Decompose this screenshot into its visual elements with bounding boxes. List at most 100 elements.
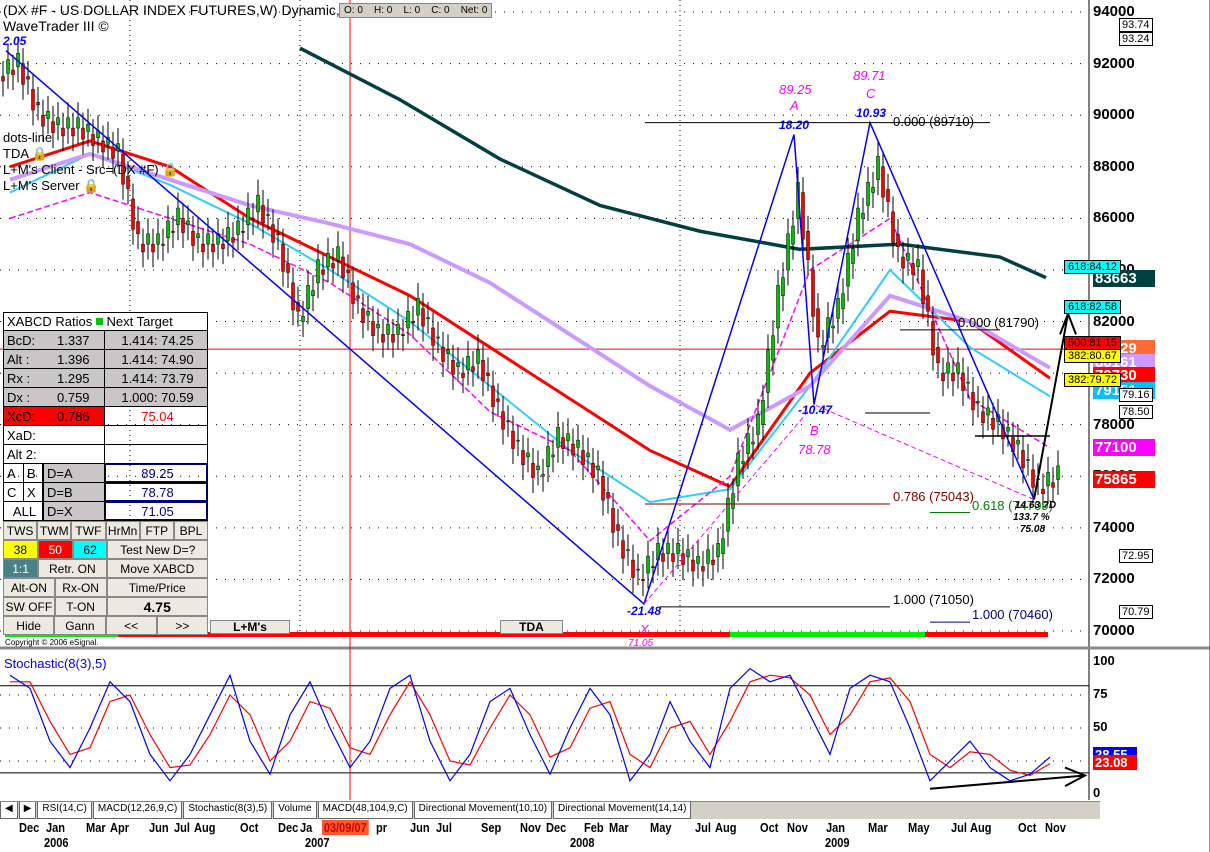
candle-body xyxy=(246,207,250,226)
date-label: Dec xyxy=(19,820,40,835)
year-label: 2008 xyxy=(570,835,595,850)
twf-value[interactable]: 62 xyxy=(72,540,108,559)
gann-button[interactable]: Gann xyxy=(54,616,106,635)
rx-on-button[interactable]: Rx-ON xyxy=(54,578,107,597)
scroll-right-icon[interactable]: ▶ xyxy=(18,802,37,819)
test-new-d-button[interactable]: Test New D=? xyxy=(107,540,208,559)
point-a-bars: 18.20 xyxy=(779,118,810,132)
t-on-button[interactable]: T-ON xyxy=(54,597,107,616)
study-dots-line[interactable]: dots-line xyxy=(3,130,52,145)
tws-value[interactable]: 38 xyxy=(3,540,38,559)
lm-tab[interactable]: L+M's xyxy=(210,620,290,634)
scroll-left-icon[interactable]: ◀ xyxy=(0,802,18,819)
study-tda-label: TDA xyxy=(3,146,29,161)
candle-body xyxy=(511,430,515,449)
ratio-value: 1.337 xyxy=(57,332,90,348)
candle-body xyxy=(976,401,980,403)
sw-off-button[interactable]: SW OFF xyxy=(3,597,55,616)
date-label: Ja xyxy=(300,820,313,835)
candle-body xyxy=(451,359,455,375)
lock-icon[interactable]: 🔒 xyxy=(28,146,48,161)
tool-button-twf[interactable]: TWF xyxy=(71,521,106,540)
point-toggle-button[interactable]: B xyxy=(24,464,44,482)
candle-body xyxy=(461,372,465,378)
candle-body xyxy=(821,345,825,348)
move-xabcd-button[interactable]: Move XABCD xyxy=(106,559,208,578)
candle-body xyxy=(431,327,435,346)
xcd-key: XcD: xyxy=(7,408,36,424)
price-axis-label: 92000 xyxy=(1093,54,1135,72)
point-toggle-button[interactable]: X xyxy=(24,483,44,501)
candle-body xyxy=(846,252,850,287)
candle-body xyxy=(646,555,650,574)
prev-button[interactable]: << xyxy=(105,616,157,635)
candle-body xyxy=(596,465,600,471)
fib-level-label: 0.000 (89710) xyxy=(893,113,974,129)
date-label: Mar xyxy=(86,820,106,835)
study-tab[interactable]: Directional Movement(14,14) xyxy=(553,802,692,819)
study-client[interactable]: L+M's Client - Src=(DX #F) 🔒 xyxy=(3,162,178,178)
study-tda[interactable]: TDA 🔒 xyxy=(3,146,48,162)
twm-value[interactable]: 50 xyxy=(37,540,73,559)
ratio-target: 1.414: 73.79 xyxy=(121,370,194,386)
ratio-value: 1.396 xyxy=(57,351,90,367)
candle-body xyxy=(701,566,705,572)
candle-body xyxy=(261,205,265,224)
tool-button-twm[interactable]: TWM xyxy=(37,521,72,540)
point-toggle-button[interactable]: C xyxy=(4,483,24,501)
next-button[interactable]: >> xyxy=(156,616,208,635)
candle-body xyxy=(386,323,390,335)
tda-tab[interactable]: TDA xyxy=(500,620,563,634)
candle-body xyxy=(196,233,200,238)
point-x-bars: -21.48 xyxy=(627,604,662,618)
candle-body xyxy=(391,334,395,343)
candle-body xyxy=(6,59,10,74)
cursor-date-label: 03/09/07 xyxy=(322,820,369,835)
projection-arrow xyxy=(1033,313,1069,500)
ohlc-readout: O: 0 H: 0 L: 0 C: 0 Net: 0 xyxy=(339,3,493,18)
ratio-1-1-button[interactable]: 1:1 xyxy=(3,559,39,578)
study-tab[interactable]: Stochastic(8(3),5) xyxy=(183,802,273,819)
tool-button-hrmn[interactable]: HrMn xyxy=(105,521,140,540)
point-toggle-button[interactable]: A xyxy=(4,464,24,482)
study-tab[interactable]: Volume xyxy=(273,802,317,819)
candle-body xyxy=(806,231,810,260)
stochastic-title[interactable]: Stochastic(8(3),5) xyxy=(4,656,107,671)
candle-body xyxy=(611,508,615,533)
alt-on-button[interactable]: Alt-ON xyxy=(3,578,55,597)
ratio-key: BcD: xyxy=(7,332,36,348)
retr-on-button[interactable]: Retr. ON xyxy=(38,559,107,578)
candle-body xyxy=(616,524,620,531)
ratio-target: 1.000: 70.59 xyxy=(121,389,194,405)
lock-icon[interactable]: 🔒 xyxy=(159,162,178,177)
candle-body xyxy=(76,117,80,129)
tool-button-bpl[interactable]: BPL xyxy=(173,521,209,540)
tool-button-tws[interactable]: TWS xyxy=(3,521,38,540)
candle-body xyxy=(496,398,500,402)
ratio-key: Alt : xyxy=(7,351,30,367)
lock-icon[interactable]: 🔒 xyxy=(80,178,99,193)
panel-title-text: XABCD Ratios xyxy=(7,314,93,329)
all-toggle-button[interactable]: ALL xyxy=(4,502,44,520)
candle-body xyxy=(961,372,965,391)
candle-body xyxy=(366,310,370,316)
study-tab[interactable]: MACD(12,26,9,C) xyxy=(92,802,183,819)
candle-body xyxy=(41,114,45,127)
candle-body xyxy=(56,117,60,126)
date-label: Jul xyxy=(695,820,711,835)
study-tab[interactable]: MACD(48,104,9,C) xyxy=(317,802,413,819)
tool-button-ftp[interactable]: FTP xyxy=(139,521,174,540)
time-price-button[interactable]: Time/Price xyxy=(106,578,208,597)
candle-body xyxy=(206,233,210,245)
study-server[interactable]: L+M's Server 🔒 xyxy=(3,178,99,194)
candle-body xyxy=(841,293,845,309)
candle-body xyxy=(331,263,335,269)
hide-button[interactable]: Hide xyxy=(3,616,55,635)
candle-body xyxy=(481,359,485,382)
candle-body xyxy=(456,362,460,367)
study-tab[interactable]: Directional Movement(10,10) xyxy=(413,802,553,819)
study-tab[interactable]: RSI(14,C) xyxy=(37,802,92,819)
candle-body xyxy=(371,321,375,336)
candle-body xyxy=(361,308,365,324)
candle-body xyxy=(401,334,405,336)
